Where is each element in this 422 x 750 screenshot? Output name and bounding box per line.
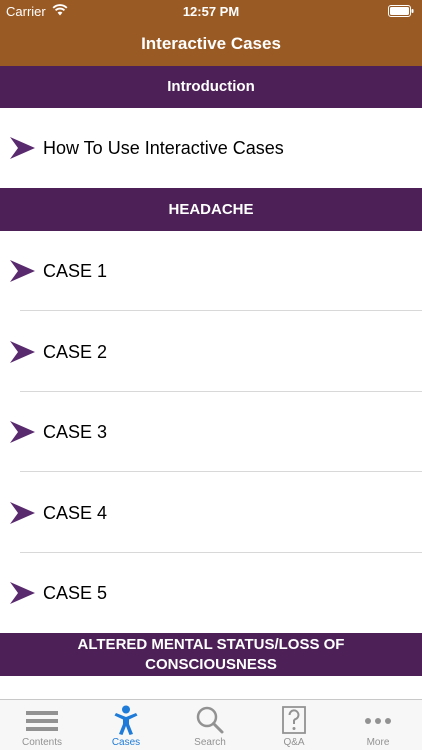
tab-label: Search bbox=[194, 737, 226, 748]
list-item-case-4[interactable]: CASE 4 bbox=[0, 473, 422, 553]
more-icon bbox=[365, 718, 391, 724]
tab-label: Contents bbox=[21, 737, 63, 748]
list-item-how-to-use[interactable]: How To Use Interactive Cases bbox=[0, 108, 422, 188]
tab-search[interactable]: Search bbox=[168, 700, 252, 750]
question-icon bbox=[282, 706, 306, 734]
list-item-label: CASE 4 bbox=[43, 503, 108, 523]
list-item-label: How To Use Interactive Cases bbox=[43, 138, 284, 158]
tab-label: Cases bbox=[111, 737, 141, 748]
list-item-label: CASE 2 bbox=[43, 342, 108, 362]
tab-bar: Contents Cases Search Q&A More bbox=[0, 699, 422, 750]
row-divider bbox=[20, 471, 422, 472]
battery-icon bbox=[388, 5, 414, 17]
tab-label: More bbox=[366, 737, 390, 748]
chevron-right-icon bbox=[10, 582, 35, 604]
list-item-label: CASE 1 bbox=[43, 261, 108, 281]
list-item-case-3[interactable]: CASE 3 bbox=[0, 392, 422, 472]
section-header-altered-mental-status: ALTERED MENTAL STATUS/LOSS OF CONSCIOUSN… bbox=[0, 633, 422, 676]
tab-more[interactable]: More bbox=[336, 700, 420, 750]
tab-contents[interactable]: Contents bbox=[0, 700, 84, 750]
chevron-right-icon bbox=[10, 341, 35, 363]
section-header-introduction: Introduction bbox=[0, 66, 422, 108]
status-bar: Carrier 12:57 PM bbox=[0, 0, 422, 22]
chevron-right-icon bbox=[10, 421, 35, 443]
status-time: 12:57 PM bbox=[182, 4, 240, 19]
tab-label: Q&A bbox=[283, 737, 305, 748]
tab-qa[interactable]: Q&A bbox=[252, 700, 336, 750]
section-header-headache: HEADACHE bbox=[0, 188, 422, 231]
list-item-label: CASE 3 bbox=[43, 422, 108, 442]
page-title: Interactive Cases bbox=[141, 34, 281, 53]
search-icon bbox=[196, 706, 224, 734]
row-divider bbox=[20, 310, 422, 311]
list-icon bbox=[26, 711, 58, 731]
chevron-right-icon bbox=[10, 502, 35, 524]
tab-cases[interactable]: Cases bbox=[84, 700, 168, 750]
list-item-case-1[interactable]: CASE 1 bbox=[0, 231, 422, 311]
chevron-right-icon bbox=[10, 137, 35, 159]
navigation-bar: Carrier 12:57 PM Interactive Cases bbox=[0, 0, 422, 66]
chevron-right-icon bbox=[10, 260, 35, 282]
person-icon bbox=[114, 705, 138, 735]
list-item-label: CASE 5 bbox=[43, 583, 108, 603]
list-item-case-5[interactable]: CASE 5 bbox=[0, 553, 422, 633]
list-item-case-2[interactable]: CASE 2 bbox=[0, 312, 422, 392]
cases-list[interactable]: Introduction How To Use Interactive Case… bbox=[0, 66, 422, 699]
